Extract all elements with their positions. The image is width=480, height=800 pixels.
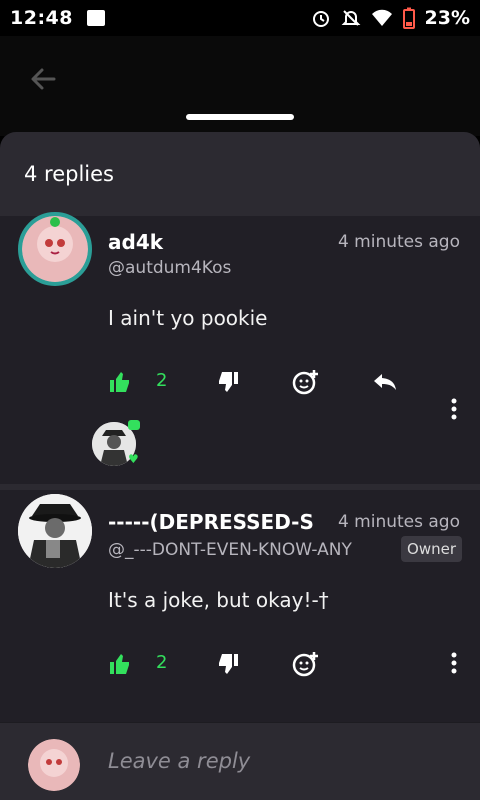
status-bar: 12:48 23% xyxy=(0,0,480,36)
back-arrow-icon[interactable] xyxy=(26,62,60,96)
comment-item: ad4k 4 minutes ago @autdum4Kos I ain't y… xyxy=(0,212,480,484)
replies-count-title: 4 replies xyxy=(24,162,114,186)
reply-input[interactable] xyxy=(108,749,448,773)
like-count: 2 xyxy=(156,370,168,391)
battery-icon xyxy=(402,7,415,29)
comment-time: 4 minutes ago xyxy=(337,512,460,532)
thumbs-down-icon xyxy=(219,654,238,674)
avatar[interactable] xyxy=(18,494,92,568)
mute-notifications-icon xyxy=(341,10,360,26)
thumbs-down-icon xyxy=(219,372,238,392)
like-button[interactable] xyxy=(108,650,132,678)
comment-text: It's a joke, but okay!-† xyxy=(108,588,329,612)
drag-handle[interactable] xyxy=(186,114,294,120)
dislike-button[interactable] xyxy=(216,368,240,396)
reply-arrow-icon xyxy=(374,374,396,390)
avatar[interactable] xyxy=(18,212,92,286)
gallery-icon xyxy=(86,10,105,26)
chat-indicator-icon xyxy=(128,420,140,430)
user-handle: @autdum4Kos xyxy=(108,258,232,278)
comment-time: 4 minutes ago xyxy=(337,232,460,252)
avatar-art xyxy=(18,494,92,568)
comment-text: I ain't yo pookie xyxy=(108,306,268,330)
replies-sheet: 4 replies ad4k 4 minutes ago @autdum4Kos… xyxy=(0,132,480,800)
comment-actions: 2 xyxy=(108,650,408,678)
user-name[interactable]: -----(DEPRESSED-S xyxy=(108,510,322,534)
add-reaction-button[interactable] xyxy=(292,368,320,396)
owner-badge: Owner xyxy=(401,536,462,562)
status-icons: 23% xyxy=(311,7,470,29)
thumbs-up-icon xyxy=(110,654,129,674)
battery-percent: 23% xyxy=(424,7,470,29)
comment-item: -----(DEPRESSED-S 4 minutes ago @_---DON… xyxy=(0,490,480,724)
my-avatar[interactable] xyxy=(28,739,80,791)
heart-indicator-icon: ♥ xyxy=(128,452,139,466)
dislike-button[interactable] xyxy=(216,650,240,678)
add-reaction-button[interactable] xyxy=(292,650,320,678)
backdrop xyxy=(0,36,480,136)
reply-composer xyxy=(0,722,480,800)
user-name[interactable]: ad4k xyxy=(108,230,318,254)
status-time: 12:48 xyxy=(10,7,73,29)
more-options-icon[interactable] xyxy=(450,652,458,674)
more-options-icon[interactable] xyxy=(450,398,458,420)
reply-button[interactable] xyxy=(372,368,398,396)
add-emoji-icon xyxy=(292,370,318,395)
like-button[interactable] xyxy=(108,368,132,396)
like-count: 2 xyxy=(156,652,168,673)
add-emoji-icon xyxy=(292,652,318,677)
user-handle: @_---DONT-EVEN-KNOW-ANY xyxy=(108,540,352,560)
thumbs-up-icon xyxy=(110,372,129,392)
avatar-art xyxy=(22,216,88,282)
avatar-art xyxy=(28,739,80,791)
alarm-icon xyxy=(312,11,329,27)
comment-actions: 2 xyxy=(108,368,408,396)
wifi-icon xyxy=(371,9,392,26)
